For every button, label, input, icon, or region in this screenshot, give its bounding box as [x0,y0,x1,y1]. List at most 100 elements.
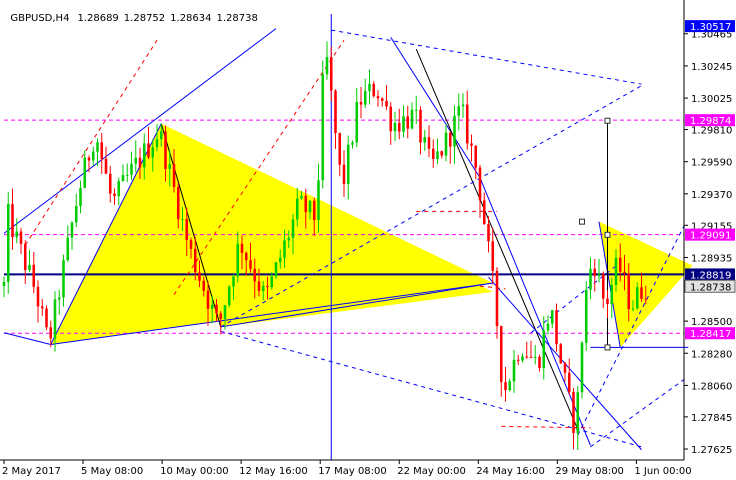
price-tag-0: 1.30517 [690,22,731,33]
candle-body-118 [504,382,507,391]
candle-body-25 [108,173,112,194]
candle-body-123 [525,356,529,358]
candle-body-62 [266,285,269,288]
price-tag-4: 1.28738 [690,282,731,293]
candle-body-8 [36,286,40,307]
candle-body-52 [223,305,227,319]
y-tick-label-4: 1.29590 [691,158,732,169]
candle-body-7 [32,264,36,287]
candle-body-16 [70,222,74,238]
candle-body-137 [584,289,588,343]
candle-body-22 [96,142,99,152]
candle-body-122 [521,356,524,361]
candle-body-104 [444,132,448,156]
candle-body-35 [151,147,155,158]
candle-body-65 [278,257,282,263]
candle-body-98 [419,109,422,143]
candle-body-59 [253,268,257,282]
price-chart[interactable]: 1.304651.302451.300251.298101.295901.293… [0,0,736,480]
y-tick-label-7: 1.28935 [691,253,732,264]
candle-body-39 [168,164,172,169]
candle-body-135 [576,392,580,434]
candle-body-18 [79,187,82,206]
trend-line-7 [415,48,579,430]
candle-body-12 [53,299,57,339]
candle-body-102 [436,151,439,159]
candle-body-151 [644,298,648,300]
price-tag-5: 1.28417 [690,329,731,340]
candle-body-115 [491,241,495,271]
trend-line-14 [331,29,642,85]
candle-body-21 [91,151,95,161]
candle-body-43 [185,219,189,240]
candle-body-139 [593,268,597,277]
candle-body-140 [597,274,601,277]
candle-body-73 [312,200,316,221]
candle-body-81 [346,144,350,185]
candle-body-76 [325,57,329,75]
x-tick-label-8: 1 Jun 00:00 [634,466,691,477]
candle-body-84 [359,101,363,105]
candle-body-90 [385,100,388,107]
candle-body-50 [215,304,218,314]
candle-body-32 [138,157,142,168]
trend-line-1 [3,332,51,345]
candle-body-107 [457,106,461,116]
candle-body-83 [355,101,359,143]
candle-body-5 [23,243,27,271]
x-tick-label-0: 2 May 2017 [2,466,61,477]
candle-body-19 [83,157,87,188]
candle-body-37 [159,131,163,140]
candle-body-4 [19,231,23,244]
x-tick-label-5: 22 May 00:00 [397,466,466,477]
candle-body-15 [66,237,70,261]
y-tick-label-9: 1.28280 [691,349,732,360]
y-tick-label-10: 1.28060 [691,381,732,392]
candle-body-48 [206,290,210,309]
candle-body-99 [423,137,427,143]
candle-body-106 [453,115,456,147]
square-marker-0 [604,117,611,124]
candle-body-85 [363,91,367,105]
y-tick-label-11: 1.27845 [691,413,732,424]
triangle-layer [50,123,693,348]
y-tick-label-1: 1.30245 [691,62,732,73]
candle-body-75 [321,74,325,181]
square-marker-1 [604,231,611,238]
candle-body-20 [87,157,91,161]
candle-body-26 [113,193,116,197]
candle-body-66 [283,240,286,258]
candle-body-34 [147,143,150,158]
candle-body-13 [57,297,61,300]
x-tick-label-2: 10 May 00:00 [160,466,229,477]
candle-body-95 [406,116,410,129]
candle-body-56 [240,243,244,253]
candle-body-130 [555,310,558,345]
candle-body-24 [104,158,108,174]
candle-body-30 [130,163,133,175]
price-tag-2: 1.29091 [690,231,731,242]
candle-body-23 [100,142,104,159]
candle-body-128 [546,323,550,331]
candle-body-124 [529,356,533,358]
candle-body-134 [572,391,575,434]
candle-body-79 [338,133,342,165]
candle-body-57 [244,252,248,261]
candle-body-97 [414,109,418,111]
candle-body-11 [49,327,53,339]
candle-body-69 [295,198,299,220]
candle-body-148 [631,308,635,310]
candle-body-80 [342,164,346,185]
candle-body-117 [499,326,503,383]
candle-body-6 [28,264,31,271]
candle-body-54 [232,276,235,287]
x-tick-label-3: 12 May 16:00 [239,466,308,477]
candle-body-70 [300,195,303,199]
candle-body-64 [274,262,278,277]
x-tick-label-7: 29 May 08:00 [555,466,624,477]
square-marker-2 [604,344,611,351]
candle-body-92 [393,122,397,132]
candle-body-46 [198,272,201,281]
candle-body-2 [11,204,14,238]
candle-body-147 [627,273,631,310]
